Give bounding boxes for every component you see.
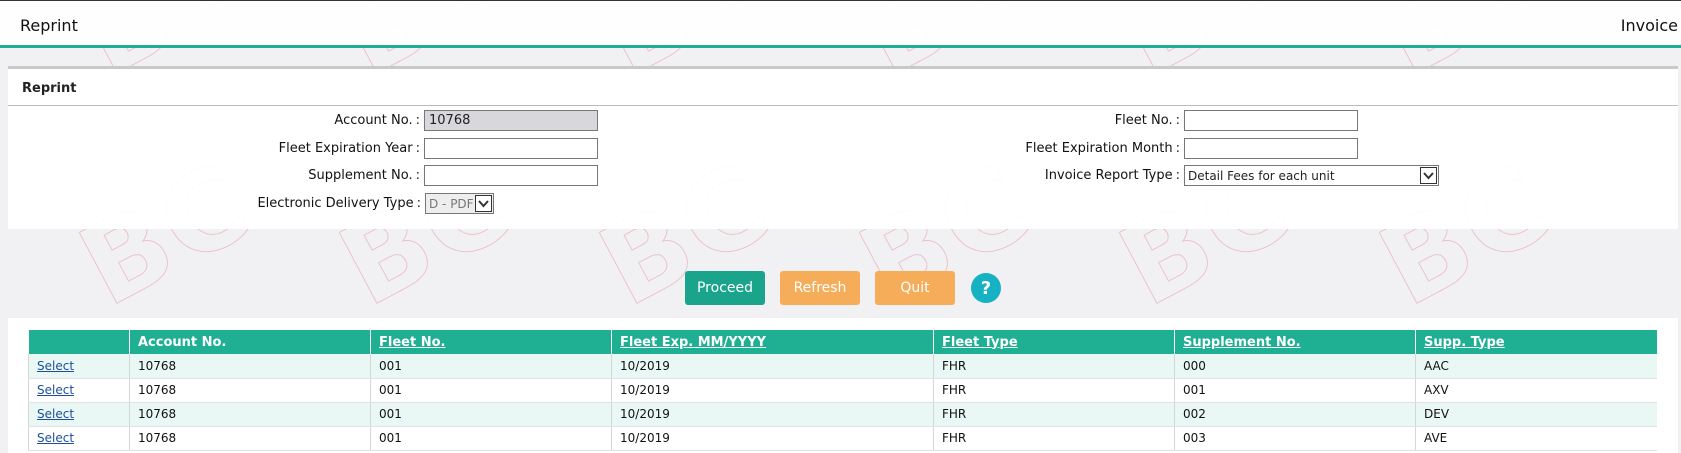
table-row: Select 10768 001 10/2019 FHR 001 AXV (28, 378, 1657, 403)
supp-cell: 001 (1174, 378, 1416, 403)
col-header-fleet-exp[interactable]: Fleet Exp. MM/YYYY (611, 330, 934, 354)
fleet-cell: 001 (370, 354, 612, 379)
fleet-cell: 001 (370, 402, 612, 427)
refresh-button[interactable]: Refresh (780, 271, 860, 305)
col-header-select (28, 330, 130, 354)
type-cell: FHR (933, 402, 1175, 427)
supp-type-cell: AXV (1415, 378, 1657, 403)
supp-cell: 003 (1174, 426, 1416, 451)
chevron-down-icon[interactable] (475, 195, 492, 212)
sort-link[interactable]: Fleet Exp. MM/YYYY (620, 335, 766, 350)
page-title: Reprint (20, 16, 78, 35)
account-cell: 10768 (129, 354, 371, 379)
chevron-down-icon[interactable] (1420, 167, 1437, 184)
col-header-account-no: Account No. (129, 330, 371, 354)
colon: : (416, 196, 421, 211)
supp-type-cell: AVE (1415, 426, 1657, 451)
fleet-cell: 001 (370, 426, 612, 451)
type-cell: FHR (933, 354, 1175, 379)
electronic-delivery-row: Electronic Delivery Type : D - PDF (8, 193, 598, 214)
select-cell: Select (28, 426, 130, 451)
table-row: Select 10768 001 10/2019 FHR 003 AVE (28, 426, 1657, 451)
electronic-delivery-value: D - PDF (429, 196, 474, 211)
invoice-report-type-select[interactable]: Detail Fees for each unit (1184, 165, 1439, 186)
invoice-report-type-row: Invoice Report Type : Detail Fees for ea… (8, 165, 1439, 186)
fleet-cell: 001 (370, 378, 612, 403)
exp-cell: 10/2019 (611, 354, 934, 379)
account-cell: 10768 (129, 378, 371, 403)
fleet-no-label: Fleet No. (1114, 113, 1173, 128)
col-header-fleet-type[interactable]: Fleet Type (933, 330, 1175, 354)
proceed-button[interactable]: Proceed (685, 271, 765, 305)
electronic-delivery-label: Electronic Delivery Type (257, 196, 414, 211)
sort-link[interactable]: Supp. Type (1424, 335, 1505, 350)
type-cell: FHR (933, 426, 1175, 451)
type-cell: FHR (933, 378, 1175, 403)
fleet-no-field[interactable] (1184, 110, 1358, 131)
exp-cell: 10/2019 (611, 426, 934, 451)
electronic-delivery-select[interactable]: D - PDF (425, 193, 494, 214)
supp-cell: 002 (1174, 402, 1416, 427)
invoice-report-type-value: Detail Fees for each unit (1188, 168, 1335, 183)
sort-link[interactable]: Supplement No. (1183, 335, 1301, 350)
select-cell: Select (28, 354, 130, 379)
select-cell: Select (28, 402, 130, 427)
results-panel: Account No. Fleet No. Fleet Exp. MM/YYYY… (8, 318, 1678, 453)
reprint-form-panel: Reprint Account No. : Fleet Expiration Y… (8, 66, 1678, 229)
supp-type-cell: DEV (1415, 402, 1657, 427)
sort-link[interactable]: Fleet No. (379, 335, 445, 350)
exp-cell: 10/2019 (611, 402, 934, 427)
colon: : (1175, 141, 1180, 156)
account-cell: 10768 (129, 426, 371, 451)
sort-link[interactable]: Fleet Type (942, 335, 1018, 350)
table-row: Select 10768 001 10/2019 FHR 002 DEV (28, 402, 1657, 427)
table-row: Select 10768 001 10/2019 FHR 000 AAC (28, 354, 1657, 379)
quit-button[interactable]: Quit (875, 271, 955, 305)
select-cell: Select (28, 378, 130, 403)
account-cell: 10768 (129, 402, 371, 427)
supp-type-cell: AAC (1415, 354, 1657, 379)
col-header-supplement-no[interactable]: Supplement No. (1174, 330, 1416, 354)
page-header: Reprint Invoice (0, 0, 1681, 48)
fleet-exp-month-label: Fleet Expiration Month (1025, 141, 1173, 156)
module-title: Invoice (1620, 16, 1678, 35)
colon: : (1175, 168, 1180, 183)
select-link[interactable]: Select (37, 359, 74, 373)
fleet-exp-month-row: Fleet Expiration Month : (8, 138, 1439, 159)
table-header-row: Account No. Fleet No. Fleet Exp. MM/YYYY… (28, 330, 1657, 354)
fleet-exp-month-field[interactable] (1184, 138, 1358, 159)
invoice-report-type-label: Invoice Report Type (1044, 168, 1173, 183)
colon: : (1175, 113, 1180, 128)
col-header-fleet-no[interactable]: Fleet No. (370, 330, 612, 354)
fleet-no-row: Fleet No. : (8, 110, 1439, 131)
select-link[interactable]: Select (37, 383, 74, 397)
col-header-supp-type[interactable]: Supp. Type (1415, 330, 1657, 354)
select-link[interactable]: Select (37, 407, 74, 421)
help-icon[interactable]: ? (971, 273, 1001, 303)
exp-cell: 10/2019 (611, 378, 934, 403)
action-buttons: Proceed Refresh Quit ? (0, 271, 1681, 305)
select-link[interactable]: Select (37, 431, 74, 445)
results-table: Account No. Fleet No. Fleet Exp. MM/YYYY… (28, 330, 1657, 451)
col-header-label: Account No. (138, 334, 227, 350)
supp-cell: 000 (1174, 354, 1416, 379)
section-title: Reprint (8, 69, 1678, 106)
